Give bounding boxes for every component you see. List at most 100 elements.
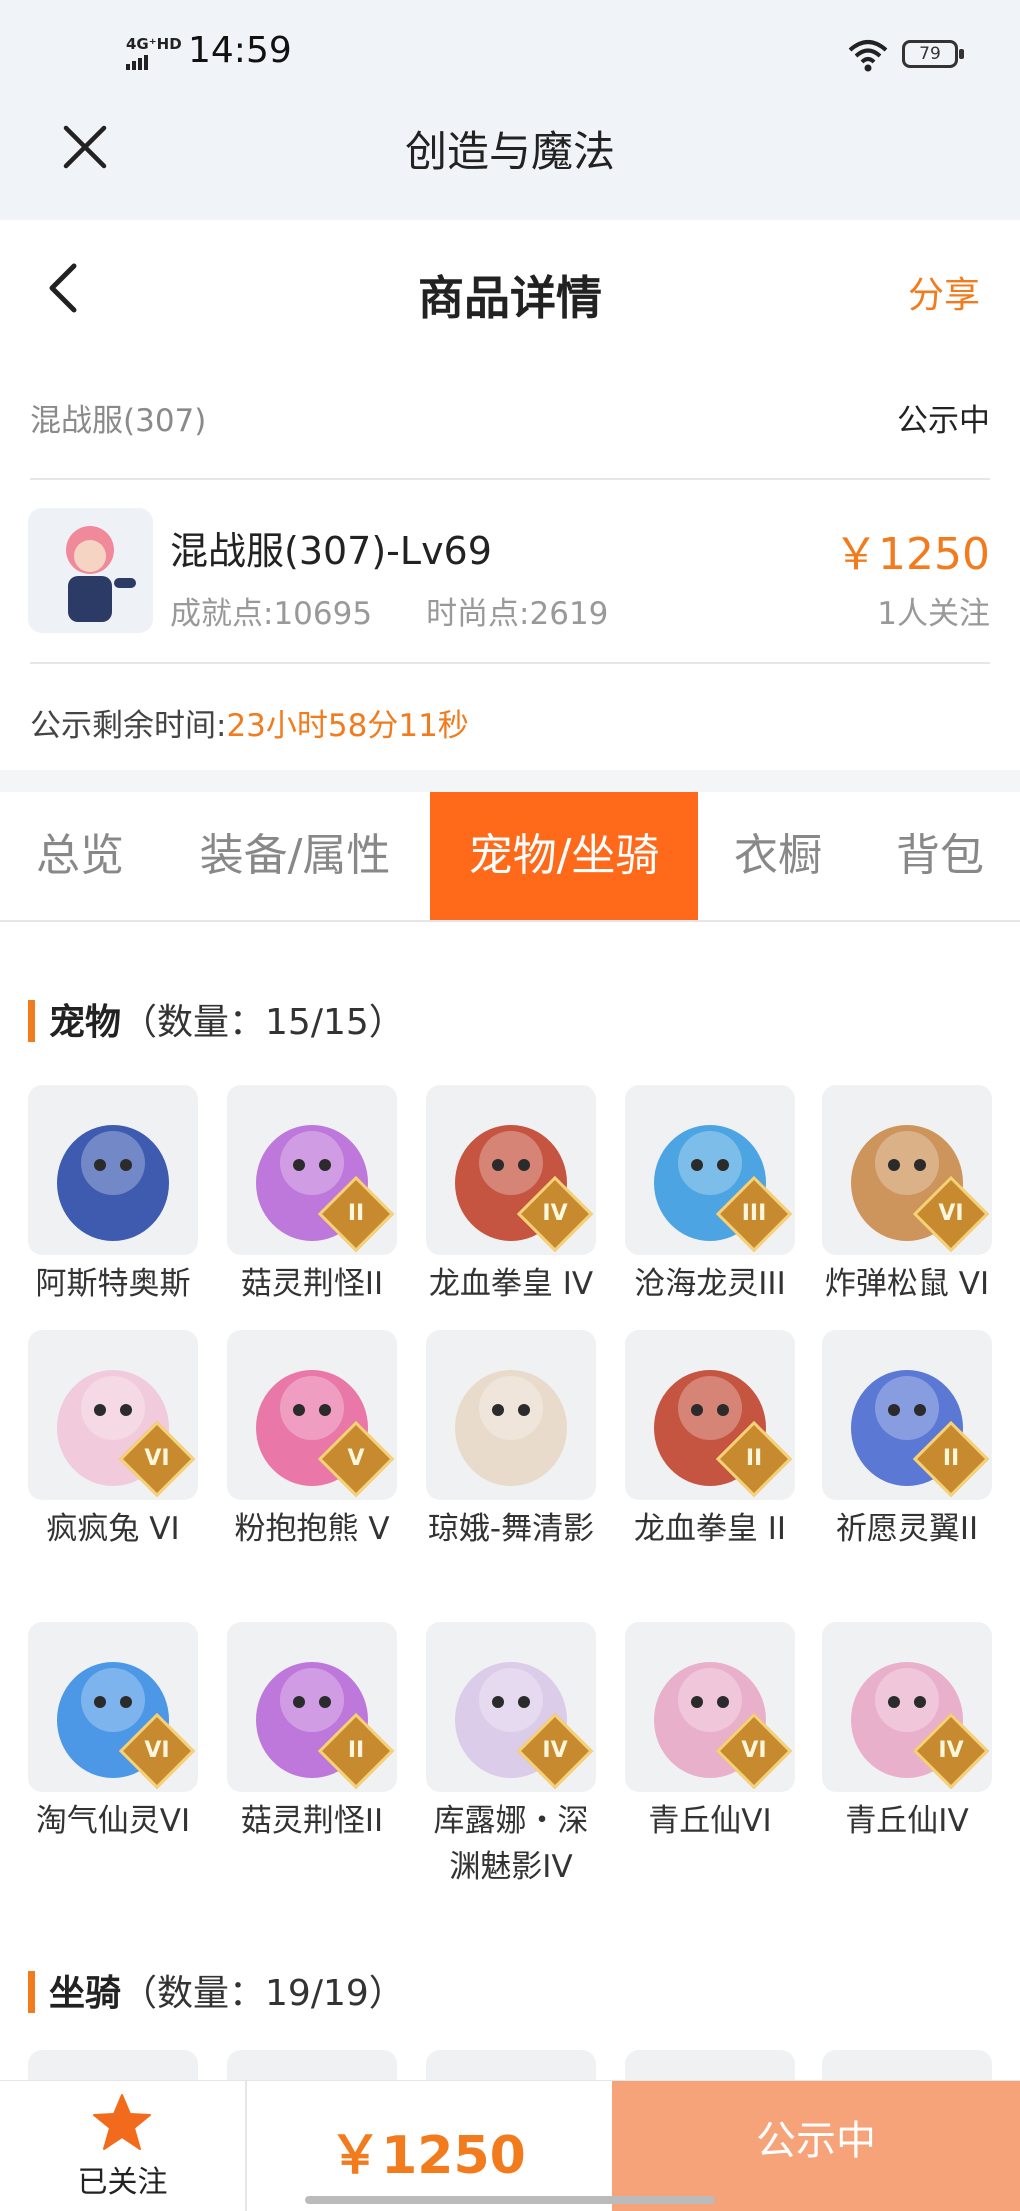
public-status-button[interactable]: 公示中 bbox=[612, 2081, 1020, 2211]
tab-bag[interactable]: 背包 bbox=[870, 792, 1010, 920]
divider bbox=[30, 478, 990, 480]
battery-icon: 79 bbox=[902, 40, 964, 68]
pet-image: V bbox=[227, 1330, 397, 1500]
pet-card[interactable]: 阿斯特奥斯 bbox=[28, 1085, 198, 1307]
page-title: 商品详情 bbox=[418, 271, 602, 325]
pet-image: VI bbox=[28, 1622, 198, 1792]
divider bbox=[30, 662, 990, 664]
section-marker bbox=[28, 1000, 35, 1042]
pet-name: 龙血拳皇 IV bbox=[428, 1266, 594, 1302]
listing-price: ￥1250 bbox=[834, 529, 990, 580]
bottom-price: ￥1250 bbox=[329, 2126, 526, 2186]
pet-image: IV bbox=[426, 1622, 596, 1792]
mount-card[interactable] bbox=[227, 2050, 397, 2080]
share-button[interactable]: 分享 bbox=[908, 266, 980, 318]
home-indicator bbox=[305, 2196, 715, 2204]
rank-badge-label: VI bbox=[144, 1738, 170, 1763]
section-marker bbox=[28, 1971, 35, 2013]
pet-image bbox=[28, 1085, 198, 1255]
mount-card[interactable] bbox=[28, 2050, 198, 2080]
pet-name: 菇灵荆怪II bbox=[240, 1803, 384, 1839]
pet-card[interactable]: II 菇灵荆怪II bbox=[227, 1622, 397, 1844]
status-bar: 4G⁺HD 14:59 79 bbox=[0, 0, 1020, 110]
pet-name: 淘气仙灵VI bbox=[35, 1803, 191, 1839]
pet-card[interactable]: II 龙血拳皇 II bbox=[625, 1330, 795, 1552]
follower-count: 1人关注 bbox=[877, 596, 990, 632]
remaining-time-label: 公示剩余时间: bbox=[30, 708, 227, 744]
pet-card[interactable]: VI 疯疯兔 VI bbox=[28, 1330, 198, 1552]
pet-card[interactable]: II 祈愿灵翼II bbox=[822, 1330, 992, 1552]
network-label: 4G⁺HD bbox=[126, 35, 182, 53]
mounts-count: （数量：19/19） bbox=[121, 1973, 405, 2014]
rank-badge-label: II bbox=[942, 1446, 960, 1471]
app-title: 创造与魔法 bbox=[404, 127, 615, 176]
pet-image: VI bbox=[28, 1330, 198, 1500]
pet-name: 沧海龙灵III bbox=[634, 1266, 786, 1302]
signal-icon bbox=[126, 54, 182, 70]
character-stats: 成就点:10695 时尚点:2619 bbox=[170, 588, 662, 633]
pet-name: 青丘仙VI bbox=[648, 1803, 772, 1839]
pet-image: II bbox=[227, 1622, 397, 1792]
pet-image: VI bbox=[822, 1085, 992, 1255]
mounts-section-title: 坐骑（数量：19/19） bbox=[28, 1964, 405, 2016]
pet-image bbox=[426, 1330, 596, 1500]
tab-overview[interactable]: 总览 bbox=[0, 792, 160, 920]
pet-name: 青丘仙IV bbox=[845, 1803, 969, 1839]
fashion-points: 时尚点:2619 bbox=[426, 596, 609, 632]
pet-card[interactable]: VI 青丘仙VI bbox=[625, 1622, 795, 1844]
pets-count: （数量：15/15） bbox=[121, 1002, 405, 1043]
rank-badge-label: V bbox=[347, 1446, 365, 1471]
tab-wardrobe[interactable]: 衣橱 bbox=[708, 792, 848, 920]
bottom-bar: 已关注 ￥1250 公示中 bbox=[0, 2080, 1020, 2211]
rank-badge-label: IV bbox=[542, 1738, 568, 1763]
star-icon bbox=[93, 2094, 151, 2150]
pet-name: 龙血拳皇 II bbox=[633, 1511, 787, 1547]
pet-image: VI bbox=[625, 1622, 795, 1792]
pet-name: 菇灵荆怪II bbox=[240, 1266, 384, 1302]
rank-badge-label: II bbox=[745, 1446, 763, 1471]
rank-badge-label: IV bbox=[542, 1201, 568, 1226]
clock: 14:59 bbox=[188, 30, 292, 71]
rank-badge-label: VI bbox=[741, 1738, 767, 1763]
app-shell-bar: 4G⁺HD 14:59 79 创造与魔法 bbox=[0, 0, 1020, 220]
pet-card[interactable]: 琼娥-舞清影 bbox=[426, 1330, 596, 1552]
pet-image: IV bbox=[822, 1622, 992, 1792]
pet-image: II bbox=[822, 1330, 992, 1500]
pet-name: 祈愿灵翼II bbox=[835, 1511, 979, 1547]
rank-badge-label: II bbox=[347, 1201, 365, 1226]
pet-card[interactable]: VI 炸弹松鼠 VI bbox=[822, 1085, 992, 1307]
pet-name: 疯疯兔 VI bbox=[46, 1511, 180, 1547]
tab-equipment[interactable]: 装备/属性 bbox=[170, 792, 420, 920]
pet-card[interactable]: V 粉抱抱熊 V bbox=[227, 1330, 397, 1552]
follow-label: 已关注 bbox=[77, 2165, 168, 2200]
pet-name: 炸弹松鼠 VI bbox=[824, 1266, 990, 1302]
remaining-time-value: 23小时58分11秒 bbox=[226, 708, 469, 744]
follow-button[interactable]: 已关注 bbox=[0, 2081, 247, 2211]
page-header: 商品详情 分享 bbox=[0, 220, 1020, 355]
character-avatar bbox=[28, 508, 153, 633]
rank-badge-label: VI bbox=[144, 1446, 170, 1471]
pets-title: 宠物 bbox=[49, 1002, 122, 1043]
pet-image: III bbox=[625, 1085, 795, 1255]
server-name: 混战服(307) bbox=[30, 403, 207, 439]
mount-card[interactable] bbox=[426, 2050, 596, 2080]
pet-card[interactable]: IV 库露娜・深渊魅影IV bbox=[426, 1622, 596, 1890]
pet-name: 库露娜・深渊魅影IV bbox=[433, 1803, 589, 1885]
listing-status: 公示中 bbox=[897, 403, 990, 439]
pet-card[interactable]: IV 龙血拳皇 IV bbox=[426, 1085, 596, 1307]
pet-name: 粉抱抱熊 V bbox=[234, 1511, 390, 1547]
pet-name: 琼娥-舞清影 bbox=[427, 1511, 595, 1547]
pet-card[interactable]: IV 青丘仙IV bbox=[822, 1622, 992, 1844]
achievement-points: 成就点:10695 bbox=[170, 596, 373, 632]
pet-image: II bbox=[625, 1330, 795, 1500]
pet-name: 阿斯特奥斯 bbox=[35, 1266, 191, 1302]
character-name: 混战服(307)-Lv69 bbox=[170, 529, 492, 573]
mounts-title: 坐骑 bbox=[49, 1973, 122, 2014]
mount-card[interactable] bbox=[822, 2050, 992, 2080]
pet-card[interactable]: III 沧海龙灵III bbox=[625, 1085, 795, 1307]
pet-card[interactable]: VI 淘气仙灵VI bbox=[28, 1622, 198, 1844]
tab-pets-mounts[interactable]: 宠物/坐骑 bbox=[430, 792, 698, 920]
pet-image: IV bbox=[426, 1085, 596, 1255]
pet-card[interactable]: II 菇灵荆怪II bbox=[227, 1085, 397, 1307]
mount-card[interactable] bbox=[625, 2050, 795, 2080]
